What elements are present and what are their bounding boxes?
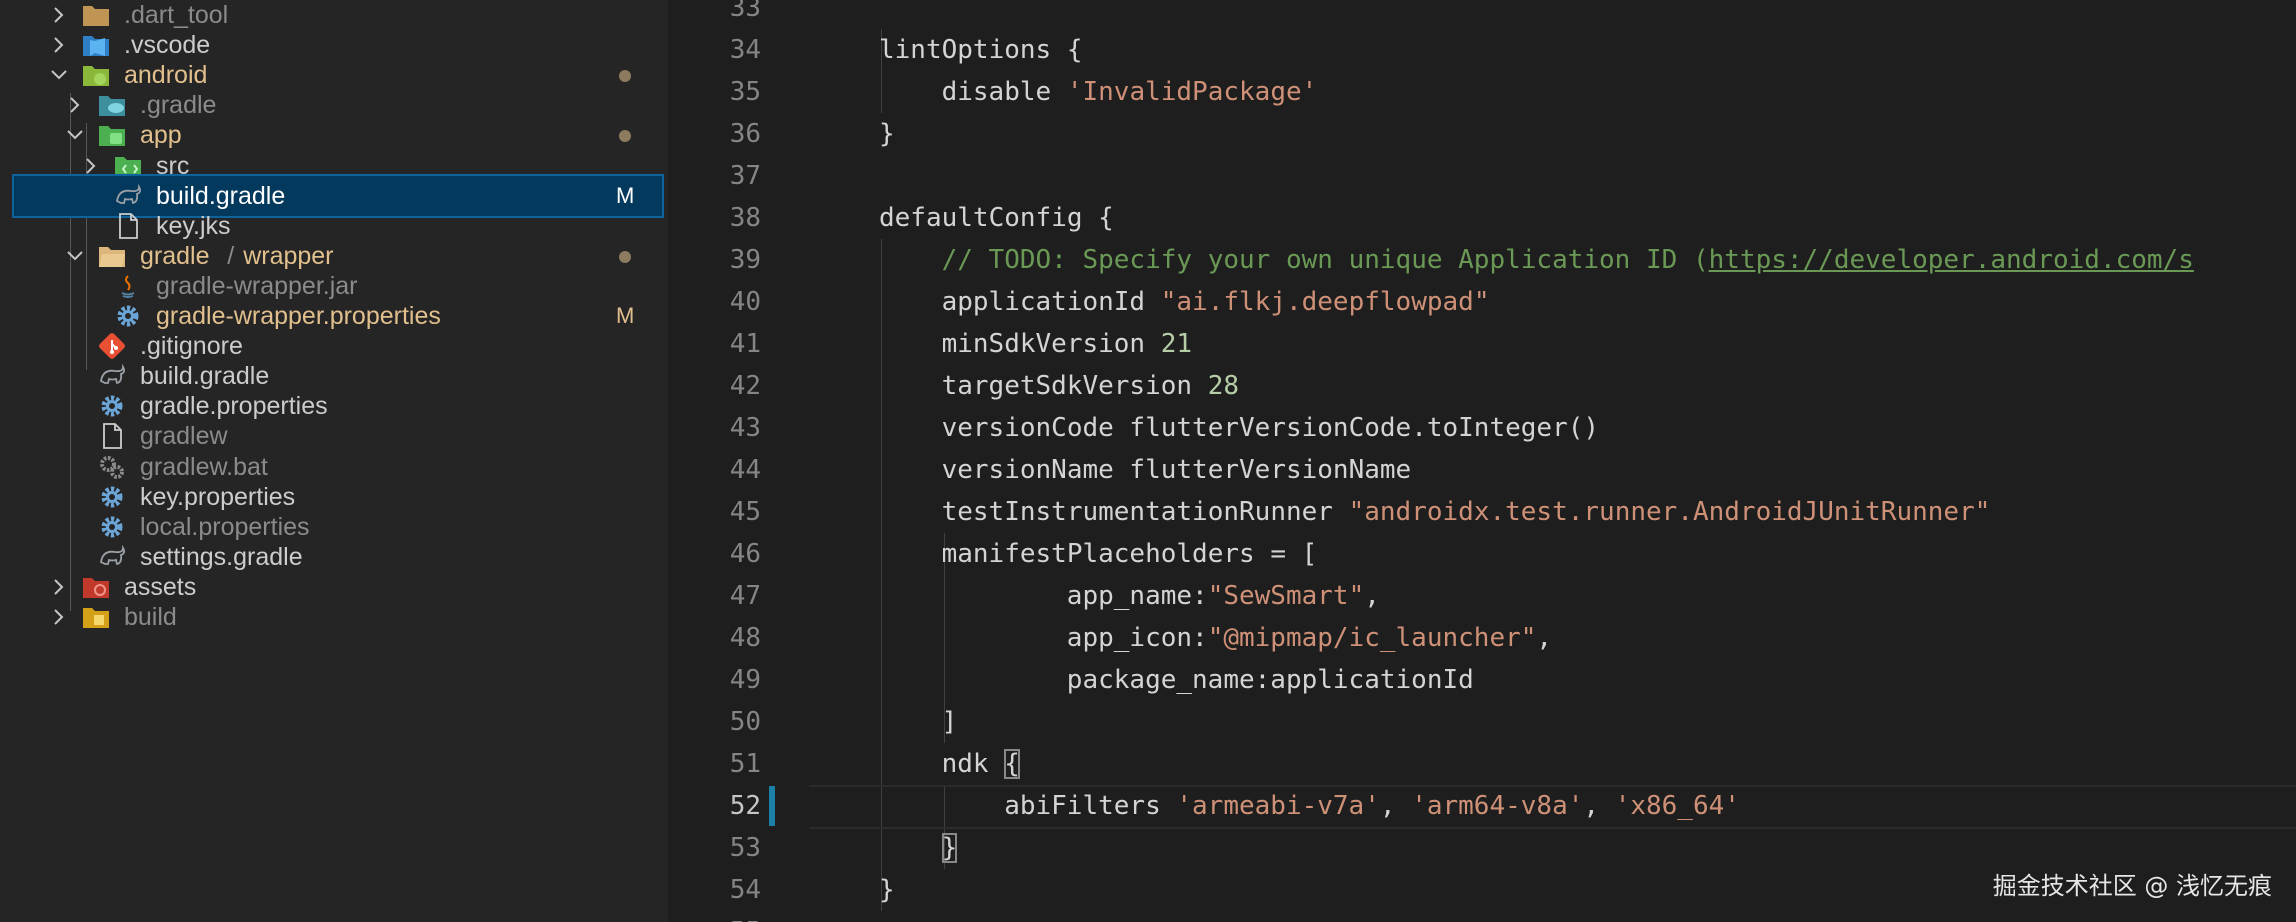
code-line[interactable]: testInstrumentationRunner "androidx.test…: [942, 491, 1991, 533]
file-explorer: .dart_tool .vscode android .gradle app src bui…: [0, 0, 668, 922]
code-token: versionName flutterVersionName: [941, 455, 1412, 485]
modified-dot-badge: [619, 250, 631, 263]
code-token: ,: [1379, 791, 1412, 821]
code-line[interactable]: }: [879, 869, 895, 911]
line-number: 41: [729, 329, 761, 359]
code-token: defaultConfig {: [879, 203, 1114, 233]
code-token: ndk: [941, 749, 1005, 779]
code-token: ,: [1536, 623, 1553, 653]
code-line[interactable]: versionName flutterVersionName: [942, 449, 1412, 491]
line-number: 47: [729, 581, 761, 611]
string-token: 'InvalidPackage': [1066, 77, 1318, 107]
line-number: 51: [729, 749, 761, 779]
line-number: 39: [729, 245, 761, 275]
code-line[interactable]: package_name:applicationId: [1067, 659, 1474, 701]
code-line[interactable]: ndk {: [942, 743, 1020, 785]
code-token: minSdkVersion: [941, 329, 1161, 359]
code-editor[interactable]: 33 34 35 36 37 38 39 40 41 42 43 44 45 46 47 48 49 50 51 52…: [669, 0, 2296, 922]
code-line[interactable]: lintOptions {: [879, 29, 1083, 71]
string-token: "ai.flkj.deepflowpad": [1160, 287, 1490, 317]
code-line[interactable]: minSdkVersion 21: [942, 323, 1192, 365]
comment-token: // TODO: Specify your own unique Applica…: [941, 245, 1709, 275]
code-token: }: [879, 875, 895, 905]
line-number: 52: [729, 791, 761, 821]
line-number: 40: [729, 287, 761, 317]
line-number: 43: [729, 413, 761, 443]
line-number: 34: [729, 35, 761, 65]
code-line[interactable]: versionCode flutterVersionCode.toInteger…: [942, 407, 1599, 449]
code-line[interactable]: app_icon:"@mipmap/ic_launcher",: [1067, 617, 1552, 659]
code-line[interactable]: targetSdkVersion 28: [942, 365, 1239, 407]
line-number: 37: [729, 161, 761, 191]
code-token: ,: [1364, 581, 1380, 611]
build-folder-icon: [80, 595, 112, 639]
code-token: ,: [1583, 791, 1615, 821]
line-number: 46: [729, 539, 761, 569]
number-token: 28: [1207, 371, 1240, 401]
bracket-match-token: }: [941, 833, 958, 863]
line-number: 33: [729, 0, 761, 23]
number-token: 21: [1160, 329, 1193, 359]
code-token: versionCode flutterVersionCode.toInteger…: [941, 413, 1600, 443]
code-line[interactable]: abiFilters 'armeabi-v7a', 'arm64-v8a', '…: [1004, 785, 1740, 827]
code-token: lintOptions {: [879, 35, 1083, 65]
code-line[interactable]: defaultConfig {: [879, 197, 1114, 239]
code-line[interactable]: // TODO: Specify your own unique Applica…: [942, 239, 2194, 281]
string-token: "SewSmart": [1207, 581, 1365, 611]
line-number: 48: [729, 623, 761, 653]
code-line[interactable]: disable 'InvalidPackage': [942, 71, 1318, 113]
code-token: targetSdkVersion: [941, 371, 1208, 401]
code-token: app_name:: [1066, 581, 1208, 611]
code-token: abiFilters: [1004, 791, 1177, 821]
code-token: manifestPlaceholders = [: [941, 539, 1318, 569]
line-number: 36: [729, 119, 761, 149]
code-token: package_name:applicationId: [1066, 665, 1474, 695]
line-number: 50: [729, 707, 761, 737]
line-number: 35: [729, 77, 761, 107]
code-token: app_icon:: [1066, 623, 1208, 653]
code-token: applicationId: [941, 287, 1161, 317]
link-token[interactable]: https://developer.android.com/s: [1709, 245, 2194, 275]
code-line[interactable]: }: [879, 113, 895, 155]
line-number: 44: [729, 455, 761, 485]
string-token: 'x86_64': [1614, 791, 1740, 821]
code-line[interactable]: app_name:"SewSmart",: [1067, 575, 1380, 617]
code-line[interactable]: ]: [942, 701, 958, 743]
modified-dot-badge: [619, 130, 631, 143]
string-token: 'arm64-v8a': [1411, 791, 1584, 821]
code-token: }: [879, 119, 895, 149]
code-line[interactable]: }: [941, 827, 958, 869]
line-number: 55: [669, 911, 761, 922]
line-number: 49: [729, 665, 761, 695]
code-line[interactable]: manifestPlaceholders = [: [942, 533, 1318, 575]
chevron-right-icon[interactable]: [46, 595, 70, 639]
code-token: ]: [941, 707, 958, 737]
line-number: 38: [729, 203, 761, 233]
string-token: 'armeabi-v7a': [1176, 791, 1380, 821]
code-line[interactable]: applicationId "ai.flkj.deepflowpad": [942, 281, 1490, 323]
code-token: testInstrumentationRunner: [941, 497, 1349, 527]
modified-dot-badge: [619, 70, 631, 83]
string-token: "androidx.test.runner.AndroidJUnitRunner…: [1348, 497, 1991, 527]
line-number: 53: [729, 833, 761, 863]
folder-row-build[interactable]: build: [0, 595, 668, 639]
line-number: 54: [729, 875, 761, 905]
line-number: 42: [729, 371, 761, 401]
line-number: 45: [729, 497, 761, 527]
tree-item-label: build: [124, 603, 177, 631]
bracket-match-token: {: [1004, 749, 1020, 779]
string-token: "@mipmap/ic_launcher": [1207, 623, 1537, 653]
git-change-marker: [769, 786, 775, 826]
watermark: 掘金技术社区 @ 浅忆无痕: [1992, 872, 2272, 900]
code-token: disable: [941, 77, 1067, 107]
